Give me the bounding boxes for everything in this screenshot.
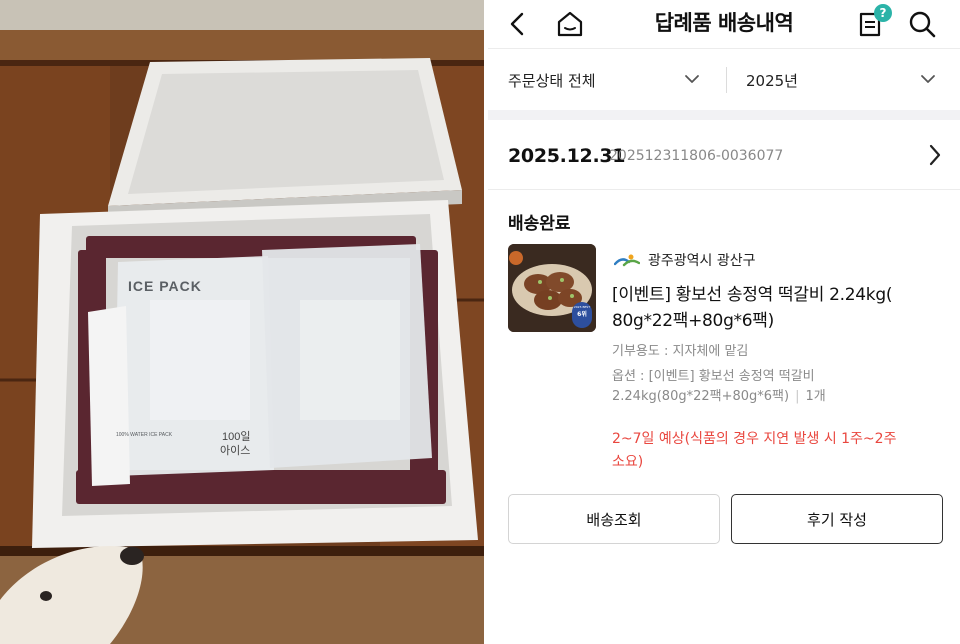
order-status-label: 주문상태 전체 (508, 71, 596, 90)
product-name[interactable]: [이벤트] 황보선 송정역 떡갈비 2.24kg( 80g*22팩+80g*6팩… (612, 282, 912, 334)
delivery-estimate: 2~7일 예상(식품의 경우 지연 발생 시 1주~2주 소요) (612, 431, 897, 470)
section-gap (488, 110, 960, 120)
region-row: 광주광역시 광산구 (614, 249, 756, 271)
order-number: 202512311806-0036077 (609, 148, 784, 164)
ice-pack-brand: 100% WATER ICE PACK (116, 432, 173, 438)
track-delivery-button[interactable]: 배송조회 (508, 494, 720, 544)
receipt-icon[interactable]: ? (852, 4, 892, 42)
filter-bar: 주문상태 전체 2025년 (488, 48, 960, 110)
best-badge-top: 2025 BEST (573, 305, 591, 309)
filter-separator (726, 67, 727, 93)
region-logo-icon (614, 254, 640, 267)
delivery-status: 배송완료 (508, 214, 571, 234)
ice-pack-title: ICE PACK (128, 278, 202, 294)
region-name: 광주광역시 광산구 (648, 253, 756, 269)
write-review-button[interactable]: 후기 작성 (731, 494, 943, 544)
home-icon[interactable] (552, 6, 588, 42)
delivery-history-screen: 답례품 배송내역 ? 주문상태 전체 2025년 2025.12.31 2025… (488, 0, 960, 644)
best-badge-rank: 6위 (577, 311, 587, 318)
option-separator: | (795, 389, 800, 404)
product-option: 옵션 : [이벤트] 황보선 송정역 떡갈비 2.24kg(80g*22팩+80… (612, 367, 912, 407)
product-photo: ICE PACK 100% WATER ICE PACK 100일 아이스 (0, 0, 484, 644)
option-text: 옵션 : [이벤트] 황보선 송정역 떡갈비 2.24kg(80g*22팩+80… (612, 369, 815, 404)
help-badge: ? (874, 4, 892, 22)
chevron-down-icon[interactable] (684, 73, 700, 85)
order-date: 2025.12.31 (508, 145, 626, 167)
chevron-right-icon[interactable] (928, 144, 942, 166)
app-header: 답례품 배송내역 ? (488, 0, 960, 48)
product-thumbnail[interactable]: 2025 BEST 6위 (508, 244, 596, 332)
back-arrow-icon[interactable] (500, 6, 536, 42)
best-badge: 2025 BEST 6위 (572, 302, 592, 328)
photo-illustration (0, 0, 484, 644)
donation-use: 기부용도 : 지자체에 맡김 (612, 344, 749, 359)
option-quantity: 1개 (805, 389, 826, 404)
search-icon[interactable] (904, 6, 940, 42)
year-filter[interactable]: 2025년 (746, 49, 798, 111)
chevron-down-icon[interactable] (920, 73, 936, 85)
order-status-filter[interactable]: 주문상태 전체 (508, 49, 596, 111)
ice-pack-sub: 아이스 (220, 445, 251, 457)
year-label: 2025년 (746, 71, 798, 90)
order-header-row[interactable]: 2025.12.31 202512311806-0036077 (488, 120, 960, 190)
